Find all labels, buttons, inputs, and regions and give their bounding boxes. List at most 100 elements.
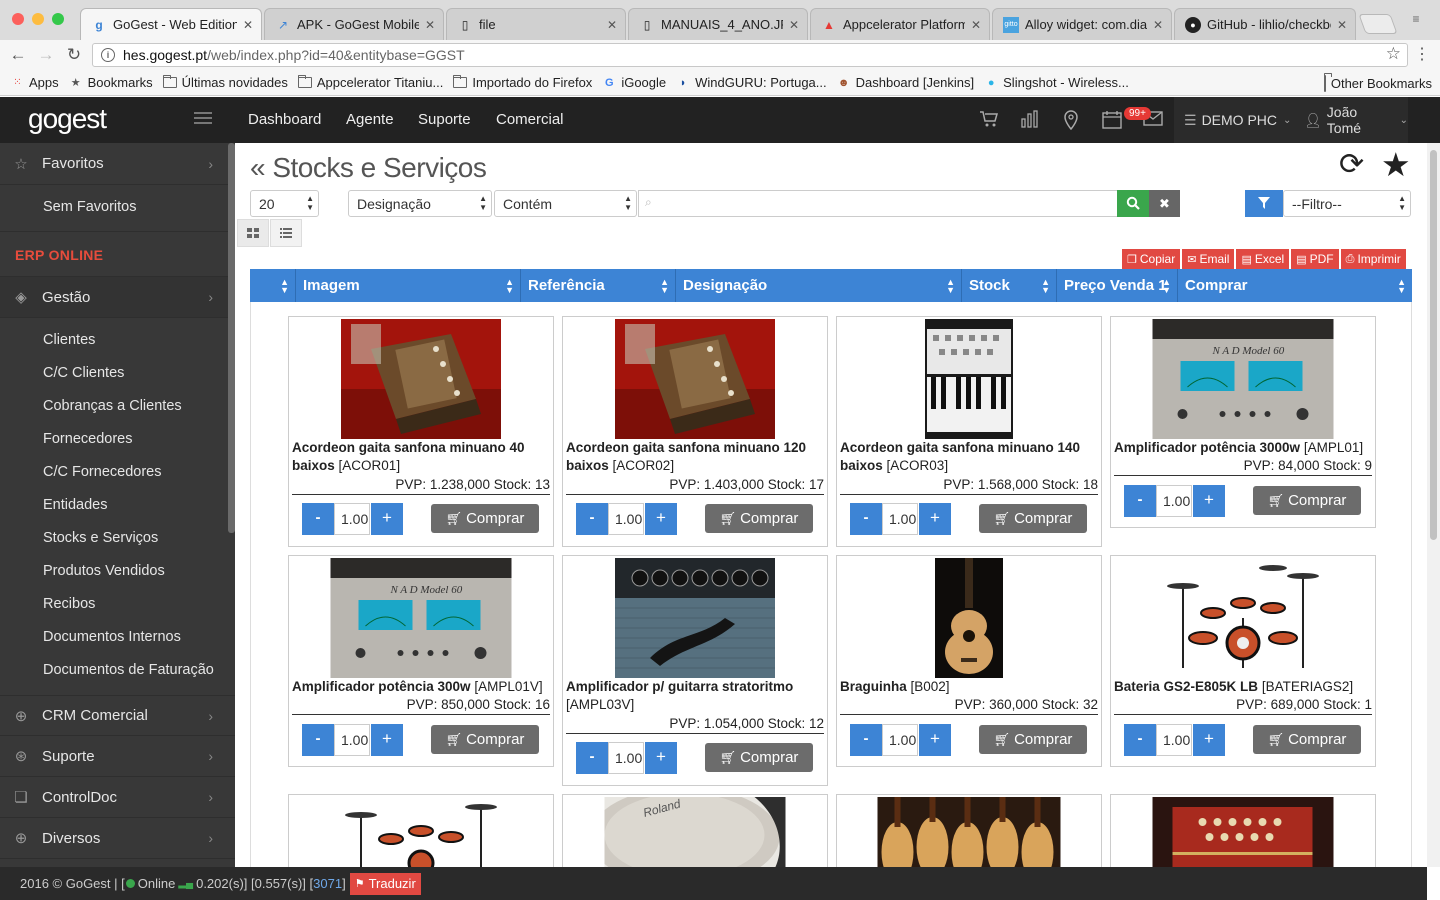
bookmark-bookmarks[interactable]: ★ Bookmarks xyxy=(69,75,153,90)
qty-input[interactable]: 1.00 xyxy=(1156,724,1192,756)
print-button[interactable]: ⎙ Imprimir xyxy=(1340,249,1406,269)
clear-search-button[interactable]: ✖ xyxy=(1149,190,1180,217)
grid-view-button[interactable] xyxy=(237,219,269,247)
sidebar-item-entidades[interactable]: Entidades xyxy=(43,497,108,513)
product-image-accordion[interactable] xyxy=(615,319,775,439)
sidebar-item-recibos[interactable]: Recibos xyxy=(43,596,95,612)
qty-increment-button[interactable]: + xyxy=(371,724,403,756)
qty-decrement-button[interactable]: - xyxy=(302,503,334,535)
browser-tab-alloy[interactable]: gitto Alloy widget: com.dian ✕ xyxy=(992,8,1172,40)
calendar-icon[interactable] xyxy=(1101,110,1123,130)
bar-chart-icon[interactable] xyxy=(1019,110,1041,130)
page-title[interactable]: « Stocks e Serviços xyxy=(250,152,487,184)
browser-tab-gogest[interactable]: g GoGest - Web Edition ✕ xyxy=(80,8,262,40)
buy-button[interactable]: 🛒︎ Comprar xyxy=(705,504,813,533)
search-button[interactable] xyxy=(1117,190,1149,217)
nav-dashboard[interactable]: Dashboard xyxy=(248,111,321,128)
product-image-amplifier[interactable]: N A D Model 60 xyxy=(330,558,512,678)
qty-input[interactable]: 1.00 xyxy=(334,503,370,535)
column-header-stock[interactable]: Stock ▲ ▼ xyxy=(962,269,1057,302)
product-image-accordion-keys[interactable] xyxy=(925,319,1013,439)
email-button[interactable]: ✉ Email xyxy=(1182,249,1235,269)
window-minimize-button[interactable] xyxy=(32,13,44,25)
window-close-button[interactable] xyxy=(12,13,24,25)
other-bookmarks[interactable]: Other Bookmarks xyxy=(1323,75,1432,92)
bookmark-star-icon[interactable]: ☆ xyxy=(1386,44,1401,64)
nav-comercial[interactable]: Comercial xyxy=(496,111,564,128)
hamburger-menu-icon[interactable] xyxy=(194,112,212,126)
sidebar-item-diversos[interactable]: ⊕ Diversos › xyxy=(0,818,235,859)
sidebar-item-gestao[interactable]: ◈ Gestão › xyxy=(0,276,235,318)
bookmark-importado[interactable]: Importado do Firefox xyxy=(453,75,592,90)
url-field[interactable]: i hes.gogest.pt/web/index.php?id=40&enti… xyxy=(92,43,1408,67)
sidebar-item-clientes[interactable]: Clientes xyxy=(43,332,95,348)
qty-increment-button[interactable]: + xyxy=(919,724,951,756)
qty-input[interactable]: 1.00 xyxy=(334,724,370,756)
product-image-drum-kit[interactable] xyxy=(1163,558,1323,678)
bookmark-slingshot[interactable]: ● Slingshot - Wireless... xyxy=(984,75,1129,90)
search-field-select[interactable]: Designação ▲ ▼ xyxy=(348,190,492,217)
bookmark-appcelerator[interactable]: Appcelerator Titaniu... xyxy=(297,75,443,90)
close-icon[interactable]: ✕ xyxy=(969,18,983,32)
excel-button[interactable]: ▤ Excel xyxy=(1236,249,1290,269)
qty-input[interactable]: 1.00 xyxy=(608,742,644,774)
qty-decrement-button[interactable]: - xyxy=(576,742,608,774)
qty-increment-button[interactable]: + xyxy=(1193,485,1225,517)
sidebar-item-suporte[interactable]: ⊛ Suporte › xyxy=(0,736,235,777)
bookmark-apps[interactable]: ⁙ Apps xyxy=(10,75,58,90)
qty-decrement-button[interactable]: - xyxy=(850,503,882,535)
favorite-star-icon[interactable]: ★ xyxy=(1381,145,1411,184)
list-view-button[interactable] xyxy=(270,219,302,247)
buy-button[interactable]: 🛒︎ Comprar xyxy=(431,504,539,533)
product-image-accordion[interactable] xyxy=(1152,797,1334,867)
product-image-amplifier[interactable]: N A D Model 60 xyxy=(1152,319,1334,439)
browser-menu-icon[interactable]: ⋮ xyxy=(1414,44,1430,66)
qty-decrement-button[interactable]: - xyxy=(1124,724,1156,756)
column-header-select[interactable]: ▲ ▼ xyxy=(250,269,296,302)
column-header-imagem[interactable]: Imagem ▲ ▼ xyxy=(296,269,521,302)
cart-icon[interactable] xyxy=(978,110,1000,130)
sidebar-item-cc-clientes[interactable]: C/C Clientes xyxy=(43,365,124,381)
sidebar-item-documentos-faturacao[interactable]: Documentos de Faturação xyxy=(43,662,214,678)
qty-decrement-button[interactable]: - xyxy=(850,724,882,756)
buy-button[interactable]: 🛒︎ Comprar xyxy=(431,725,539,754)
column-header-preco[interactable]: Preço Venda 1 ▲ ▼ xyxy=(1057,269,1178,302)
browser-tab-apk[interactable]: ↗ APK - GoGest Mobile ( ✕ xyxy=(264,8,444,40)
sidebar-item-cc-fornecedores[interactable]: C/C Fornecedores xyxy=(43,464,161,480)
new-tab-button[interactable] xyxy=(1358,14,1398,34)
qty-increment-button[interactable]: + xyxy=(1193,724,1225,756)
buy-button[interactable]: 🛒︎ Comprar xyxy=(979,504,1087,533)
browser-tab-manuais[interactable]: ▯ MANUAIS_4_ANO.JPG ✕ xyxy=(628,8,808,40)
qty-input[interactable]: 1.00 xyxy=(882,503,918,535)
sidebar-item-stocks[interactable]: Stocks e Serviços xyxy=(43,530,158,546)
search-operator-select[interactable]: Contém ▲ ▼ xyxy=(494,190,637,217)
qty-increment-button[interactable]: + xyxy=(645,503,677,535)
column-header-comprar[interactable]: Comprar ▲ ▼ xyxy=(1178,269,1412,302)
sidebar-item-favoritos[interactable]: ☆ Favoritos › xyxy=(0,143,235,185)
close-icon[interactable]: ✕ xyxy=(787,18,801,32)
pdf-button[interactable]: ▤ PDF xyxy=(1291,249,1339,269)
sidebar-item-controldoc[interactable]: ❏ ControlDoc › xyxy=(0,777,235,818)
bookmark-windguru[interactable]: ◗ WindGURU: Portuga... xyxy=(676,75,827,90)
info-icon[interactable]: i xyxy=(101,48,115,62)
qty-decrement-button[interactable]: - xyxy=(302,724,334,756)
browser-tab-github[interactable]: ● GitHub - lihlio/checkbo ✕ xyxy=(1174,8,1356,40)
copy-button[interactable]: ❐ Copiar xyxy=(1122,249,1181,269)
sidebar-scrollbar[interactable] xyxy=(228,143,235,533)
profile-menu-icon[interactable]: ≡ xyxy=(1396,6,1436,32)
refresh-icon[interactable]: ⟳ xyxy=(1339,147,1364,182)
qty-input[interactable]: 1.00 xyxy=(882,724,918,756)
qty-input[interactable]: 1.00 xyxy=(608,503,644,535)
column-header-designacao[interactable]: Designação ▲ ▼ xyxy=(676,269,962,302)
product-image-drum-pad[interactable]: Roland xyxy=(604,797,786,867)
forward-arrow-icon[interactable]: → xyxy=(34,44,58,66)
buy-button[interactable]: 🛒︎ Comprar xyxy=(705,743,813,772)
map-pin-icon[interactable] xyxy=(1060,110,1082,131)
company-selector[interactable]: ☰ DEMO PHC ⌄ xyxy=(1174,97,1294,143)
qty-increment-button[interactable]: + xyxy=(919,503,951,535)
translate-button[interactable]: ⚑ Traduzir xyxy=(349,872,421,895)
back-arrow-icon[interactable]: ← xyxy=(6,44,30,66)
close-icon[interactable]: ✕ xyxy=(1151,18,1165,32)
product-image-guitar-amp[interactable] xyxy=(615,558,775,678)
browser-tab-appcelerator[interactable]: ▲ Appcelerator Platform ✕ xyxy=(810,8,990,40)
